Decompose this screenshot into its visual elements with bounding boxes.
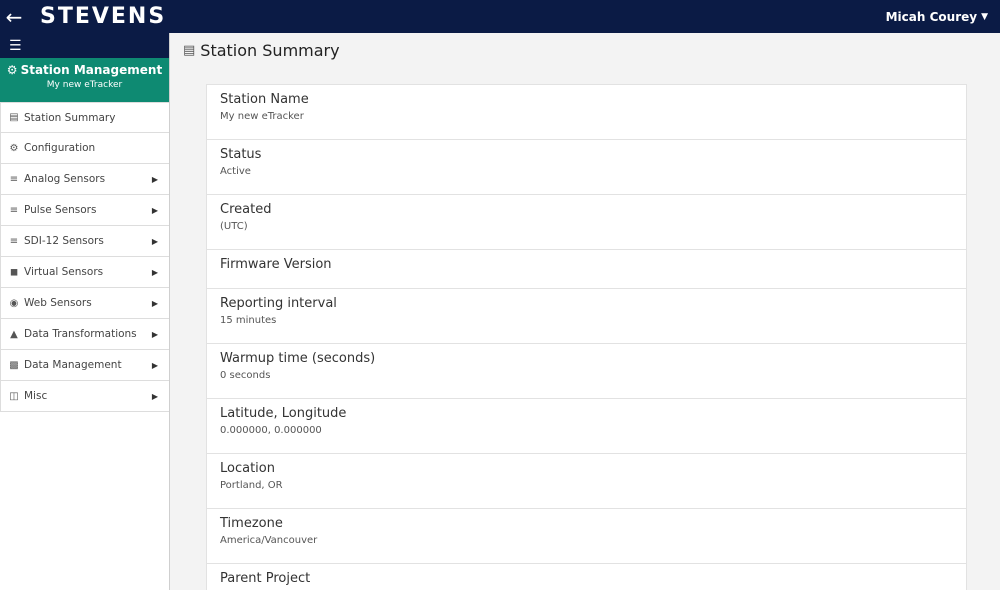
gear-icon: ⚙	[6, 63, 18, 77]
field-status: Status Active	[207, 140, 966, 195]
sidebar-item-label: Misc	[24, 390, 48, 402]
sidebar-item-label: Configuration	[24, 142, 96, 154]
globe-icon: ◉	[9, 297, 19, 309]
caret-right-icon: ▶	[151, 236, 158, 246]
cubes-icon: ◼	[9, 266, 19, 278]
sidebar-item-configuration[interactable]: ⚙ Configuration	[0, 133, 169, 164]
field-value: My new eTracker	[220, 111, 304, 122]
field-station-name: Station Name My new eTracker	[207, 85, 966, 140]
field-label: Firmware Version	[220, 257, 332, 272]
sidebar-item-label: Data Transformations	[24, 328, 137, 340]
chart-icon: ▤	[9, 112, 19, 123]
sidebar-item-label: Web Sensors	[24, 297, 92, 309]
caret-right-icon: ▶	[151, 267, 158, 277]
field-value: 15 minutes	[220, 315, 277, 326]
field-lat-long: Latitude, Longitude 0.000000, 0.000000	[207, 399, 966, 454]
field-label: Station Name	[220, 92, 309, 107]
field-label: Timezone	[220, 516, 283, 531]
field-timezone: Timezone America/Vancouver	[207, 509, 966, 564]
main-content: ▤ Station Summary Station Name My new eT…	[170, 33, 1000, 590]
caret-right-icon: ▶	[151, 360, 158, 370]
sidebar-item-misc[interactable]: ◫ Misc ▶	[0, 381, 169, 412]
field-warmup-time: Warmup time (seconds) 0 seconds	[207, 344, 966, 399]
field-label: Created	[220, 202, 272, 217]
back-arrow-icon[interactable]: ←	[0, 0, 28, 33]
sliders-icon: ≡	[9, 173, 19, 185]
sidebar-item-label: Data Management	[24, 359, 122, 371]
sidebar-header-title: Station Management	[20, 63, 163, 77]
field-label: Reporting interval	[220, 296, 337, 311]
caret-right-icon: ▶	[151, 329, 158, 339]
sidebar-header-subtitle: My new eTracker	[46, 80, 123, 90]
caret-right-icon: ▶	[151, 174, 158, 184]
sidebar-item-label: Virtual Sensors	[24, 266, 104, 278]
field-label: Parent Project	[220, 571, 311, 586]
field-value: 0.000000, 0.000000	[220, 425, 322, 436]
user-menu[interactable]: Micah Courey ▼	[886, 0, 988, 33]
folder-icon: ◫	[9, 390, 19, 402]
field-value: America/Vancouver	[220, 535, 318, 546]
sidebar-item-data-management[interactable]: ▩ Data Management ▶	[0, 350, 169, 381]
menu-toggle-icon[interactable]: ☰	[0, 33, 169, 58]
field-parent-project: Parent Project	[207, 564, 966, 590]
field-label: Latitude, Longitude	[220, 406, 347, 421]
chart-icon: ▤	[183, 43, 196, 58]
logo[interactable]: STEVENS	[40, 4, 166, 29]
field-value: Portland, OR	[220, 480, 283, 491]
sidebar-item-label: Station Summary	[24, 111, 116, 124]
page-title: ▤ Station Summary	[183, 41, 340, 60]
sidebar-header: ⚙ Station Management My new eTracker	[0, 58, 169, 102]
sliders-icon: ≡	[9, 235, 19, 247]
sidebar-item-station-summary[interactable]: ▤ Station Summary	[0, 102, 169, 133]
field-created: Created (UTC)	[207, 195, 966, 250]
field-value: Active	[220, 166, 251, 177]
field-location: Location Portland, OR	[207, 454, 966, 509]
summary-card: Station Name My new eTracker Status Acti…	[206, 84, 967, 590]
sidebar-item-virtual-sensors[interactable]: ◼ Virtual Sensors ▶	[0, 257, 169, 288]
gear-icon: ⚙	[9, 142, 19, 154]
sidebar-item-web-sensors[interactable]: ◉ Web Sensors ▶	[0, 288, 169, 319]
field-label: Warmup time (seconds)	[220, 351, 376, 366]
sidebar-item-label: Analog Sensors	[24, 173, 106, 185]
sidebar-item-label: SDI-12 Sensors	[24, 235, 104, 247]
caret-right-icon: ▶	[151, 205, 158, 215]
field-value: (UTC)	[220, 221, 248, 232]
caret-right-icon: ▶	[151, 298, 158, 308]
caret-right-icon: ▶	[151, 391, 158, 401]
sidebar-item-pulse-sensors[interactable]: ≡ Pulse Sensors ▶	[0, 195, 169, 226]
field-reporting-interval: Reporting interval 15 minutes	[207, 289, 966, 344]
flask-icon: ▲	[10, 328, 18, 340]
field-value: 0 seconds	[220, 370, 271, 381]
field-label: Status	[220, 147, 262, 162]
database-icon: ▩	[9, 359, 19, 371]
sidebar-item-label: Pulse Sensors	[24, 204, 97, 216]
sidebar: ☰ ⚙ Station Management My new eTracker ▤…	[0, 33, 170, 590]
field-label: Location	[220, 461, 275, 476]
page-title-text: Station Summary	[200, 41, 340, 60]
user-name: Micah Courey	[885, 9, 978, 24]
sliders-icon: ≡	[9, 204, 19, 216]
sidebar-item-sdi12-sensors[interactable]: ≡ SDI-12 Sensors ▶	[0, 226, 169, 257]
top-bar: ← STEVENS Micah Courey ▼	[0, 0, 1000, 33]
sidebar-item-analog-sensors[interactable]: ≡ Analog Sensors ▶	[0, 164, 169, 195]
field-firmware-version: Firmware Version	[207, 250, 966, 289]
logo-text: STEVENS	[40, 4, 167, 29]
caret-down-icon: ▼	[981, 11, 988, 22]
sidebar-item-data-transformations[interactable]: ▲ Data Transformations ▶	[0, 319, 169, 350]
